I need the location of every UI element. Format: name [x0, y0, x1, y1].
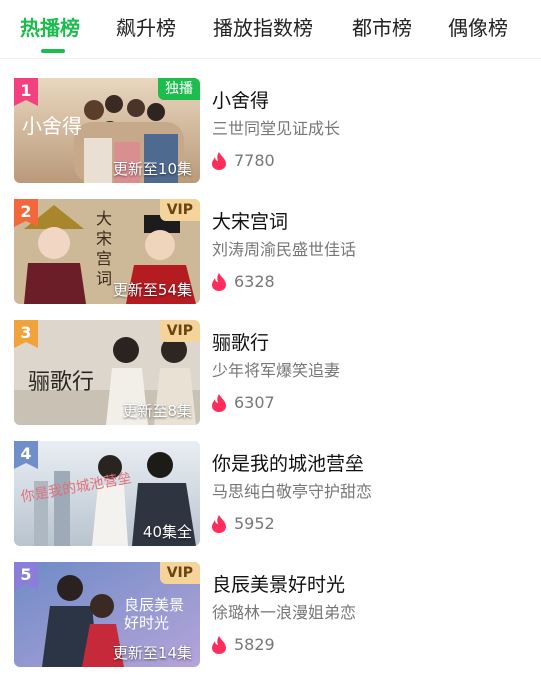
ranking-tabs: 热播榜 飙升榜 播放指数榜 都市榜 偶像榜: [0, 0, 541, 59]
flame-icon: [212, 394, 226, 412]
heat-value: 5829: [234, 635, 275, 654]
episode-status: 更新至14集: [112, 644, 192, 662]
show-title[interactable]: 小舍得: [212, 88, 269, 114]
list-item[interactable]: 良辰美景好时光 VIP 更新至14集 5 良辰美景好时光 徐璐林一浪漫姐弟恋 5…: [0, 562, 541, 668]
episode-status: 更新至10集: [112, 160, 192, 178]
rank-badge: 5: [14, 562, 38, 590]
poster-logo: 良辰美景好时光: [124, 596, 185, 632]
flame-icon: [212, 515, 226, 533]
show-title[interactable]: 骊歌行: [212, 330, 269, 356]
heat-value: 7780: [234, 151, 275, 170]
poster-logo: 小舍得: [22, 114, 82, 138]
tab-play-index[interactable]: 播放指数榜: [213, 14, 313, 42]
episode-status: 更新至8集: [122, 402, 192, 420]
list-item[interactable]: 小舍得 独播 更新至10集 1 小舍得 三世同堂见证成长 7780: [0, 78, 541, 184]
show-title[interactable]: 你是我的城池营垒: [212, 451, 364, 477]
rank-badge: 2: [14, 199, 38, 227]
show-subtitle: 徐璐林一浪漫姐弟恋: [212, 603, 357, 622]
rank-number: 2: [20, 202, 32, 221]
flame-icon: [212, 152, 226, 170]
tab-idol[interactable]: 偶像榜: [448, 14, 508, 42]
show-title[interactable]: 大宋宫词: [212, 209, 288, 235]
rank-badge: 4: [14, 441, 38, 469]
vip-badge: VIP: [159, 320, 200, 342]
show-title[interactable]: 良辰美景好时光: [212, 572, 345, 598]
poster-logo: 大宋宫词: [96, 209, 113, 288]
rank-number: 4: [20, 444, 32, 463]
heat-value: 5952: [234, 514, 275, 533]
rank-number: 1: [20, 81, 32, 100]
vip-badge: VIP: [159, 199, 200, 221]
rank-badge: 3: [14, 320, 38, 348]
show-subtitle: 三世同堂见证成长: [212, 119, 341, 138]
list-item[interactable]: 大宋宫词 VIP 更新至54集 2 大宋宫词 刘涛周渝民盛世佳话 6328: [0, 199, 541, 305]
list-item[interactable]: 你是我的城池营垒 40集全 4 你是我的城池营垒 马思纯白敬亭守护甜恋 5952: [0, 441, 541, 547]
poster[interactable]: 良辰美景好时光 VIP 更新至14集: [14, 562, 200, 667]
show-subtitle: 刘涛周渝民盛世佳话: [212, 240, 357, 259]
show-subtitle: 少年将军爆笑追妻: [212, 361, 341, 380]
heat-value: 6307: [234, 393, 275, 412]
active-tab-indicator: [41, 49, 65, 53]
show-subtitle: 马思纯白敬亭守护甜恋: [212, 482, 373, 501]
tab-urban[interactable]: 都市榜: [352, 14, 412, 42]
episode-status: 更新至54集: [112, 281, 192, 299]
poster[interactable]: 大宋宫词 VIP 更新至54集: [14, 199, 200, 304]
episode-status: 40集全: [142, 523, 192, 541]
exclusive-badge: 独播: [158, 78, 200, 100]
tab-rising[interactable]: 飙升榜: [116, 14, 176, 42]
flame-icon: [212, 636, 226, 654]
vip-badge: VIP: [159, 562, 200, 584]
flame-icon: [212, 273, 226, 291]
poster-logo: 骊歌行: [28, 370, 95, 395]
tab-hot[interactable]: 热播榜: [20, 14, 80, 42]
rank-number: 5: [20, 565, 32, 584]
poster[interactable]: 你是我的城池营垒 40集全: [14, 441, 200, 546]
poster[interactable]: 骊歌行 VIP 更新至8集: [14, 320, 200, 425]
rank-number: 3: [20, 323, 32, 342]
list-item[interactable]: 骊歌行 VIP 更新至8集 3 骊歌行 少年将军爆笑追妻 6307: [0, 320, 541, 426]
heat-value: 6328: [234, 272, 275, 291]
poster[interactable]: 小舍得 独播 更新至10集: [14, 78, 200, 183]
rank-badge: 1: [14, 78, 38, 106]
